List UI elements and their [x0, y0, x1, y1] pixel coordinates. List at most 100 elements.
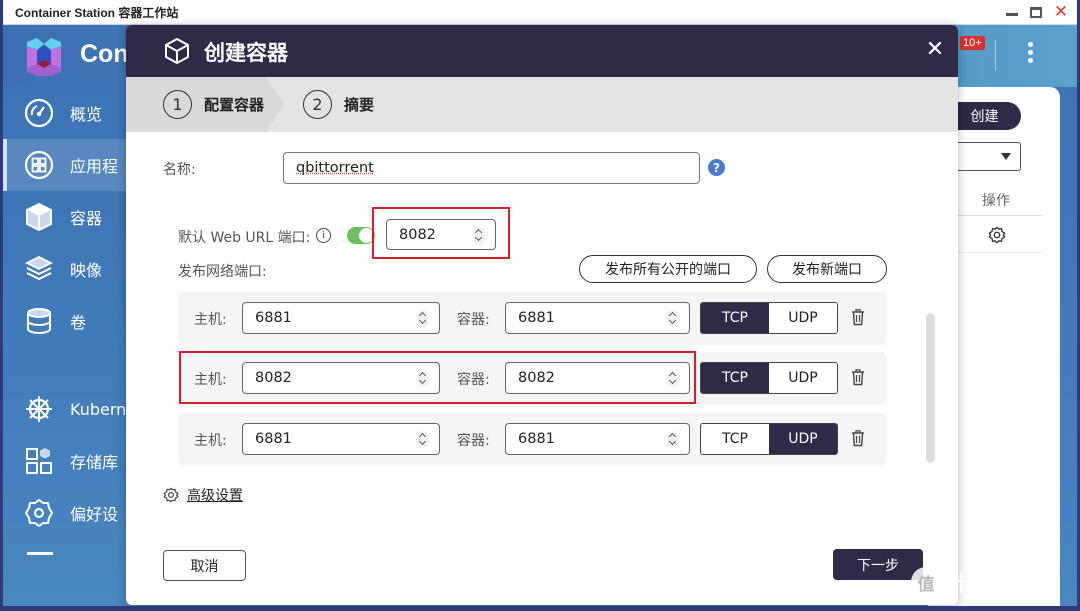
- database-icon: [27, 308, 51, 334]
- spinner-arrows-icon[interactable]: [473, 227, 485, 244]
- spinner-arrows-icon[interactable]: [667, 310, 679, 327]
- dialog-header: 创建容器 ✕: [126, 25, 958, 77]
- trash-icon[interactable]: [851, 369, 865, 386]
- web-url-port-input[interactable]: 8082: [386, 219, 496, 250]
- host-port-input[interactable]: 6881: [242, 302, 440, 334]
- name-label: 名称:: [163, 162, 196, 178]
- sidebar-item-label: 概览: [70, 105, 103, 124]
- next-button[interactable]: 下一步: [833, 549, 923, 580]
- header-divider: [995, 40, 996, 70]
- web-url-port-label: 默认 Web URL 端口:: [178, 230, 311, 246]
- background-create-button[interactable]: 创建: [948, 102, 1021, 130]
- udp-option[interactable]: UDP: [769, 424, 837, 454]
- app-name: Con: [80, 40, 129, 68]
- container-port-value: 8082: [518, 370, 555, 386]
- sidebar-item-label: 存储库: [70, 453, 119, 472]
- close-window-button[interactable]: ✕: [1051, 3, 1071, 21]
- advanced-settings-link[interactable]: 高级设置: [163, 485, 243, 505]
- container-label: 容器:: [457, 433, 490, 449]
- sidebar-item-images[interactable]: 映像: [3, 243, 128, 295]
- protocol-toggle: TCP UDP: [700, 362, 838, 394]
- layers-icon: [24, 255, 54, 281]
- publish-ports-label: 发布网络端口:: [178, 264, 267, 280]
- spinner-arrows-icon[interactable]: [417, 431, 429, 448]
- sidebar-item-label: Kubern: [70, 399, 127, 419]
- publish-new-port-button[interactable]: 发布新端口: [767, 255, 887, 283]
- container-label: 容器:: [457, 312, 490, 328]
- sidebar-item-containers[interactable]: 容器: [3, 191, 128, 243]
- host-label: 主机:: [194, 433, 227, 449]
- maximize-icon: [1030, 6, 1042, 18]
- sidebar-item-kubernetes[interactable]: Kubern: [3, 383, 128, 435]
- container-name-input[interactable]: qbittorrent: [283, 152, 700, 184]
- spinner-arrows-icon[interactable]: [417, 370, 429, 387]
- close-icon: ✕: [1053, 1, 1069, 22]
- obscured-row: [178, 197, 638, 205]
- sidebar-item-repository[interactable]: 存储库: [3, 435, 128, 487]
- container-cube-icon: [165, 38, 189, 64]
- advanced-settings-label: 高级设置: [187, 488, 243, 504]
- dialog-close-button[interactable]: ✕: [924, 39, 946, 61]
- cancel-button[interactable]: 取消: [163, 550, 246, 581]
- close-icon: ✕: [925, 37, 945, 62]
- container-port-input[interactable]: 8082: [505, 362, 690, 394]
- step-label: 配置容器: [204, 96, 265, 114]
- container-cube-icon: [26, 202, 52, 232]
- applications-grid-icon: [24, 150, 54, 180]
- trash-icon[interactable]: [851, 430, 865, 447]
- actions-column-header: 操作: [982, 193, 1010, 209]
- sidebar-item-label: 应用程: [70, 157, 119, 176]
- tcp-option[interactable]: TCP: [701, 363, 769, 393]
- protocol-toggle: TCP UDP: [700, 302, 838, 334]
- web-url-port-toggle[interactable]: [347, 227, 375, 244]
- port-row: 主机: 8082 容器: 8082 TCP UDP: [178, 352, 887, 405]
- tcp-option[interactable]: TCP: [701, 303, 769, 333]
- window-titlebar: Container Station 容器工作站 ✕: [3, 0, 1077, 25]
- minimize-icon: [1006, 12, 1018, 16]
- trash-icon[interactable]: [851, 309, 865, 326]
- settings-gear-icon[interactable]: [988, 226, 1006, 244]
- dialog-title: 创建容器: [204, 41, 288, 65]
- sidebar-item-preferences[interactable]: 偏好设: [3, 487, 128, 539]
- minimize-button[interactable]: [1002, 3, 1022, 21]
- maximize-button[interactable]: [1026, 3, 1046, 21]
- kubernetes-helm-icon: [26, 396, 52, 422]
- container-port-value: 6881: [518, 310, 555, 326]
- dashboard-gauge-icon: [24, 98, 54, 128]
- host-port-value: 6881: [255, 310, 292, 326]
- info-icon[interactable]: i: [316, 228, 331, 243]
- container-port-input[interactable]: 6881: [505, 423, 690, 455]
- window-title: Container Station 容器工作站: [15, 6, 179, 20]
- notification-badge[interactable]: 10+: [960, 36, 985, 50]
- help-icon[interactable]: ?: [708, 159, 725, 176]
- step-label: 摘要: [344, 96, 375, 114]
- sidebar-item-label: 卷: [70, 313, 87, 332]
- dropdown-arrow-icon: [1001, 153, 1011, 160]
- step-number: 1: [163, 90, 192, 119]
- spinner-arrows-icon[interactable]: [667, 431, 679, 448]
- sidebar-item-volumes[interactable]: 卷: [3, 295, 128, 347]
- create-container-dialog: 创建容器 ✕ 1 配置容器 2 摘要 名称: qbittorrent ? 默认 …: [126, 25, 958, 605]
- host-label: 主机:: [194, 372, 227, 388]
- sidebar-item-overview[interactable]: 概览: [3, 87, 128, 139]
- scrollbar[interactable]: [926, 313, 935, 463]
- sidebar-item-applications[interactable]: 应用程: [3, 139, 128, 191]
- host-port-input[interactable]: 6881: [242, 423, 440, 455]
- more-options-icon[interactable]: [1028, 42, 1034, 66]
- publish-all-ports-button[interactable]: 发布所有公开的端口: [579, 255, 757, 283]
- protocol-toggle: TCP UDP: [700, 423, 838, 455]
- sidebar-partial-icon: [27, 552, 53, 555]
- spinner-arrows-icon[interactable]: [417, 310, 429, 327]
- tcp-option[interactable]: TCP: [701, 424, 769, 454]
- sidebar-item-label: 偏好设: [70, 505, 119, 524]
- udp-option[interactable]: UDP: [769, 363, 837, 393]
- container-station-logo: [27, 38, 61, 76]
- udp-option[interactable]: UDP: [769, 303, 837, 333]
- port-row: 主机: 6881 容器: 6881 TCP UDP: [178, 292, 887, 345]
- host-port-input[interactable]: 8082: [242, 362, 440, 394]
- sidebar-item-label: 容器: [70, 209, 103, 228]
- spinner-arrows-icon[interactable]: [667, 370, 679, 387]
- container-port-input[interactable]: 6881: [505, 302, 690, 334]
- wizard-steps: 1 配置容器 2 摘要: [126, 77, 958, 132]
- web-url-port-value: 8082: [399, 226, 436, 243]
